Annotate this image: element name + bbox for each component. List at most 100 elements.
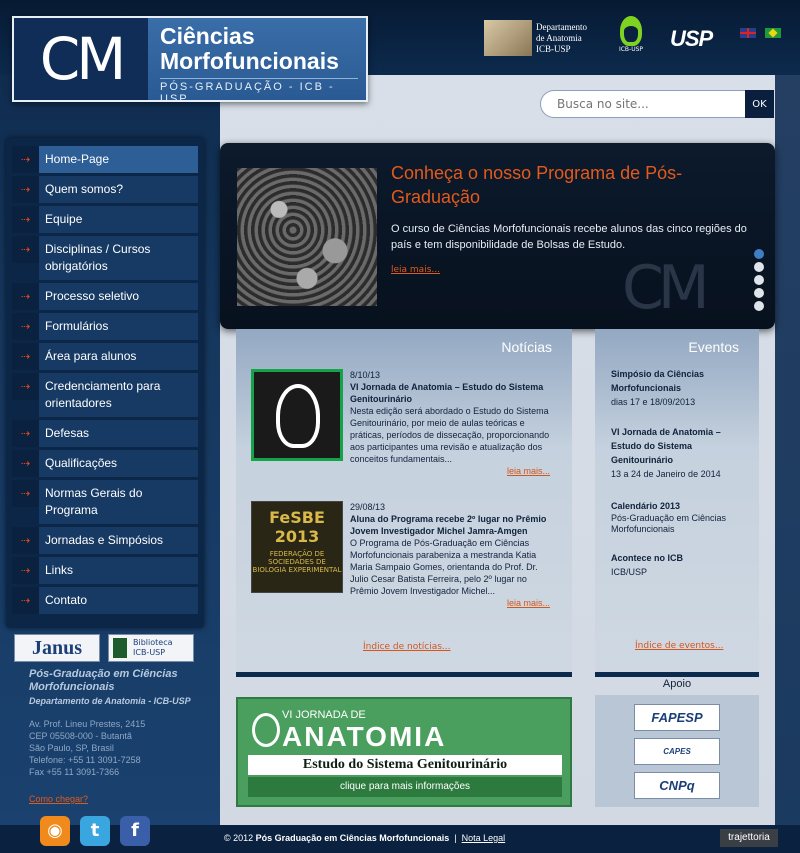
arrow-icon: ⇢: [12, 557, 39, 584]
slider-pagination: [754, 249, 764, 314]
rss-icon[interactable]: ◉: [40, 816, 70, 846]
arrow-icon: ⇢: [12, 373, 39, 400]
featured-slider: CM Conheça o nosso Programa de Pós-Gradu…: [220, 143, 775, 329]
logo-text: Ciências Morfofuncionais PÓS-GRADUAÇÃO -…: [148, 18, 366, 105]
event-item[interactable]: Calendário 2013 Pós-Graduação em Ciência…: [611, 499, 751, 535]
site-logo[interactable]: CM Ciências Morfofuncionais PÓS-GRADUAÇÃ…: [12, 16, 368, 105]
fesbe-year: 2013: [274, 527, 320, 546]
biblioteca-link[interactable]: Biblioteca ICB-USP: [108, 634, 194, 662]
nav-label: Credenciamento para orientadores: [39, 373, 198, 417]
search-button[interactable]: OK: [745, 90, 774, 118]
icb-logo-icon: [620, 16, 642, 46]
arrow-icon: ⇢: [12, 527, 39, 554]
department-image: [484, 20, 532, 56]
slider-dot[interactable]: [754, 275, 764, 285]
nav-item-disciplinas[interactable]: ⇢ Disciplinas / Cursos obrigatórios: [12, 236, 198, 280]
nav-label: Formulários: [39, 313, 198, 340]
slider-dot[interactable]: [754, 249, 764, 259]
events-heading: Eventos: [688, 339, 739, 355]
nav-item-equipe[interactable]: ⇢ Equipe: [12, 206, 198, 233]
news-date: 29/08/13: [350, 502, 386, 512]
logo-subtitle: PÓS-GRADUAÇÃO - ICB - USP: [160, 78, 358, 105]
arrow-icon: ⇢: [12, 146, 39, 173]
news-title[interactable]: VI Jornada de Anatomia – Estudo do Siste…: [350, 381, 550, 405]
main-nav: ⇢ Home-Page ⇢ Quem somos? ⇢ Equipe ⇢ Discipl…: [6, 138, 204, 628]
legal-link[interactable]: Nota Legal: [462, 833, 506, 843]
event-detail: 13 a 24 de Janeiro de 2014: [611, 469, 721, 479]
news-read-more-link[interactable]: leia mais...: [350, 465, 550, 477]
events-index-link[interactable]: Índice de eventos...: [635, 641, 723, 651]
banner-small: VI JORNADA DE: [282, 709, 366, 721]
janus-link[interactable]: Janus: [14, 634, 100, 662]
fesbe-image[interactable]: FeSBE 2013 FEDERAÇÃO DE SOCIEDADES DE BI…: [251, 501, 343, 593]
twitter-icon[interactable]: t: [80, 816, 110, 846]
nav-item-area-alunos[interactable]: ⇢ Área para alunos: [12, 343, 198, 370]
nav-item-credenciamento[interactable]: ⇢ Credenciamento para orientadores: [12, 373, 198, 417]
slider-read-more-link[interactable]: leia mais...: [391, 265, 440, 275]
event-title: Calendário 2013: [611, 501, 681, 511]
dept-line1: Departamento: [536, 21, 587, 32]
program-dept: Departamento de Anatomia - ICB-USP: [29, 696, 191, 706]
slider-dot[interactable]: [754, 288, 764, 298]
anatomy-figure-icon: [252, 713, 280, 747]
jornada-logo-image[interactable]: [251, 369, 343, 461]
nav-item-home[interactable]: ⇢ Home-Page: [12, 146, 198, 173]
fapesp-logo[interactable]: FAPESP: [634, 704, 720, 731]
logo-mark: CM: [14, 18, 148, 100]
usp-logo[interactable]: USP: [670, 26, 713, 52]
slider-title[interactable]: Conheça o nosso Programa de Pós-Graduaçã…: [391, 161, 691, 209]
slider-image[interactable]: [237, 168, 377, 306]
brazil-flag-icon[interactable]: [765, 28, 781, 38]
nav-label: Área para alunos: [39, 343, 198, 370]
news-date: 8/10/13: [350, 370, 381, 380]
event-item[interactable]: Acontece no ICB ICB/USP: [611, 551, 751, 579]
arrow-icon: ⇢: [12, 313, 39, 340]
slider-dot[interactable]: [754, 262, 764, 272]
nav-item-quem-somos[interactable]: ⇢ Quem somos?: [12, 176, 198, 203]
nav-label: Links: [39, 557, 198, 584]
news-item: FeSBE 2013 FEDERAÇÃO DE SOCIEDADES DE BI…: [251, 501, 551, 626]
arrow-icon: ⇢: [12, 587, 39, 614]
search-input[interactable]: [540, 90, 745, 118]
event-title: Simpósio da Ciências Morfofuncionais: [611, 369, 705, 393]
address-line: Fax +55 11 3091-7366: [29, 767, 120, 777]
news-index-link[interactable]: Índice de notícias...: [363, 642, 451, 652]
nav-item-qualificacoes[interactable]: ⇢ Qualificações: [12, 450, 198, 477]
logo-line1: Ciências: [160, 23, 255, 49]
program-title: Pós-Graduação em Ciências Morfofuncionai…: [29, 668, 178, 693]
department-logo[interactable]: Departamento de Anatomia ICB-USP: [484, 18, 596, 58]
copyright-prefix: © 2012: [224, 833, 254, 843]
credit-logo[interactable]: trajettoria: [720, 829, 778, 847]
directions-link[interactable]: Como chegar?: [29, 794, 209, 804]
event-item[interactable]: VI Jornada de Anatomia – Estudo do Siste…: [611, 425, 751, 481]
banner-cta[interactable]: clique para mais informações: [248, 777, 562, 797]
cnpq-logo[interactable]: CNPq: [634, 772, 720, 799]
jornada-banner[interactable]: VI JORNADA DE ANATOMIA Estudo do Sistema…: [236, 697, 572, 807]
logo-line2: Morfofuncionais: [160, 48, 339, 74]
news-title[interactable]: Aluna do Programa recebe 2º lugar no Prê…: [350, 513, 550, 537]
nav-label: Qualificações: [39, 450, 198, 477]
events-panel: Eventos Simpósio da Ciências Morfofuncio…: [595, 329, 759, 677]
nav-item-links[interactable]: ⇢ Links: [12, 557, 198, 584]
nav-item-contato[interactable]: ⇢ Contato: [12, 587, 198, 614]
event-detail: ICB/USP: [611, 567, 648, 577]
slider-dot[interactable]: [754, 301, 764, 311]
capes-logo[interactable]: CAPES: [634, 738, 720, 765]
footer-text: © 2012 Pós Graduação em Ciências Morfofu…: [224, 833, 505, 843]
icb-logo[interactable]: ICB-USP: [614, 16, 648, 60]
nav-item-normas[interactable]: ⇢ Normas Gerais do Programa: [12, 480, 198, 524]
event-item[interactable]: Simpósio da Ciências Morfofuncionais dia…: [611, 367, 751, 409]
nav-item-formularios[interactable]: ⇢ Formulários: [12, 313, 198, 340]
news-read-more-link[interactable]: leia mais...: [350, 597, 550, 609]
nav-item-jornadas[interactable]: ⇢ Jornadas e Simpósios: [12, 527, 198, 554]
event-title: Acontece no ICB: [611, 553, 684, 563]
nav-item-defesas[interactable]: ⇢ Defesas: [12, 420, 198, 447]
figure-icon: [276, 384, 320, 448]
news-item: 8/10/13 VI Jornada de Anatomia – Estudo …: [251, 369, 551, 484]
english-flag-icon[interactable]: [740, 28, 756, 38]
nav-label: Equipe: [39, 206, 198, 233]
facebook-icon[interactable]: f: [120, 816, 150, 846]
slider-text: O curso de Ciências Morfofuncionais rece…: [391, 223, 747, 251]
nav-item-processo-seletivo[interactable]: ⇢ Processo seletivo: [12, 283, 198, 310]
footer-separator: |: [454, 833, 457, 843]
